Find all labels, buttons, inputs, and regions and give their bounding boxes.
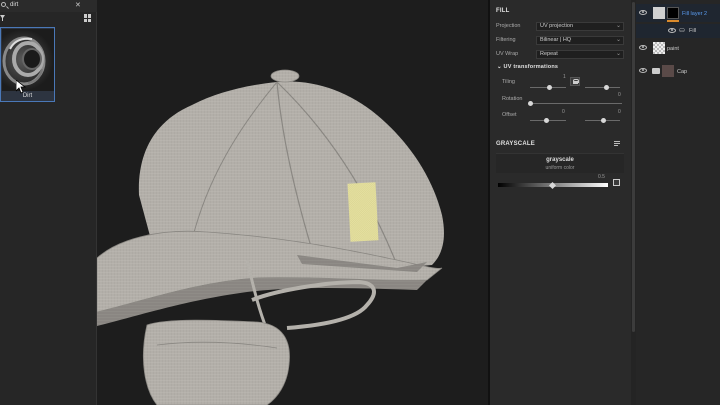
search-input[interactable]: dirt [10,2,18,8]
tiling-slider-knob[interactable] [547,85,552,90]
visibility-eye-icon[interactable] [639,45,647,50]
asset-card-dirt[interactable]: Dirt [0,27,55,102]
layer-thumbnail [653,42,665,54]
mouse-cursor-icon [16,80,26,94]
layer-thumbnail [662,65,674,77]
asset-search-bar[interactable]: dirt ✕ [0,0,97,12]
filtering-value: Bilinear | HQ [540,37,572,43]
grid-view-icon[interactable] [84,14,92,22]
offset-v-slider-knob[interactable] [601,118,606,123]
asset-panel: dirt ✕ Dirt [0,0,97,405]
search-icon [1,2,6,7]
tiling-v-slider-track[interactable] [585,87,620,88]
grayscale-subtitle: uniform color [545,165,575,171]
rotation-value: 0 [618,92,621,98]
fill-bucket-icon: ⛀ [679,27,685,34]
projection-dropdown[interactable]: UV projection ⌄ [536,22,624,31]
filtering-dropdown[interactable]: Bilinear | HQ ⌄ [536,36,624,45]
layer-name: paint [667,46,679,52]
grayscale-value: 0.5 [598,174,605,180]
chevron-down-icon: ⌄ [615,51,621,57]
uv-wrap-value: Repeat [540,51,558,57]
rotation-slider-track[interactable] [530,103,622,104]
offset-v-value: 0 [618,109,621,115]
projection-label: Projection [496,23,521,29]
layer-row-fill-effect[interactable]: ⛀ Fill [636,24,720,38]
clear-search-button[interactable]: ✕ [75,1,81,9]
layer-mask-thumbnail [667,7,679,19]
3d-viewport[interactable] [97,0,488,405]
grayscale-resource-box[interactable]: grayscale uniform color [496,153,624,173]
asset-thumbnail [2,29,54,91]
rotation-slider-knob[interactable] [528,101,533,106]
rotation-label: Rotation [502,96,523,102]
offset-label: Offset [502,112,517,118]
layer-name: Cap [677,69,688,75]
color-picker-icon[interactable] [613,179,620,186]
offset-u-value: 0 [562,109,565,115]
projection-value: UV projection [540,23,574,29]
layers-panel [636,0,720,405]
asset-label: Dirt [22,93,33,99]
visibility-eye-icon[interactable] [668,28,676,33]
folder-icon [652,68,660,74]
layer-row-cap[interactable]: Cap [636,62,720,82]
fill-section-title: FILL [496,8,510,14]
chevron-down-icon: ⌄ [615,37,621,43]
offset-u-slider-knob[interactable] [544,118,549,123]
layer-name: Fill [689,28,697,34]
lock-icon[interactable] [570,77,580,86]
mask-indicator [667,20,679,22]
uv-transformations-title: UV transformations [503,64,559,70]
filtering-label: Filtering [496,37,516,43]
chevron-down-icon: ⌄ [615,23,621,29]
filter-icon[interactable] [0,15,5,21]
layer-name: Fill layer 2 [682,11,708,17]
asset-toolbar [0,12,97,26]
properties-panel [490,0,631,405]
grayscale-name: grayscale [546,157,574,163]
grayscale-section-title: GRAYSCALE [496,141,535,147]
tiling-v-slider-knob[interactable] [604,85,609,90]
cap-model-render [97,69,444,405]
visibility-eye-icon[interactable] [639,10,647,15]
tiling-value: 1 [563,74,566,80]
layer-row-fill-layer-2[interactable]: Fill layer 2 [636,4,720,22]
uv-wrap-dropdown[interactable]: Repeat ⌄ [536,50,624,59]
visibility-eye-icon[interactable] [639,68,647,73]
uv-transformations-header[interactable]: ⌄ UV transformations [497,64,558,70]
layer-row-paint[interactable]: paint [636,39,720,59]
tiling-label: Tiling [502,79,515,85]
uv-wrap-label: UV Wrap [496,51,519,57]
layer-thumbnail [653,7,665,19]
section-menu-icon[interactable] [614,141,620,147]
